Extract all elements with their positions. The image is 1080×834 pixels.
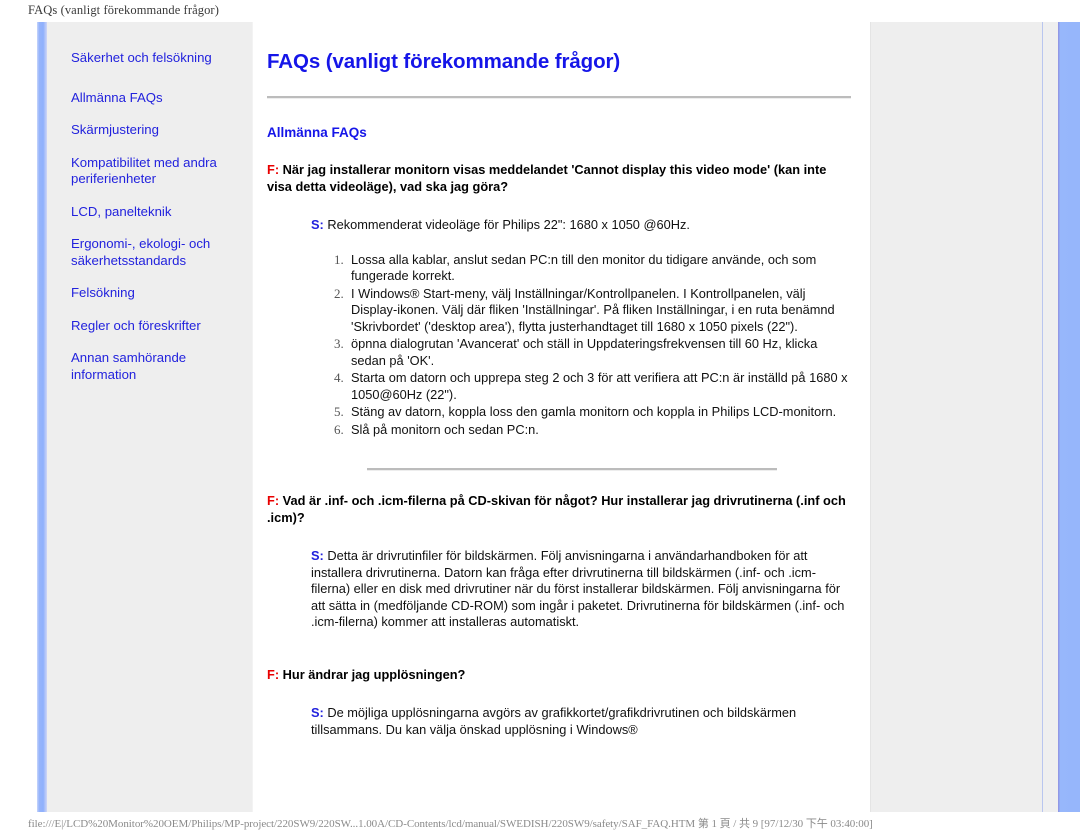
faq-item-1: F: När jag installerar monitorn visas me… xyxy=(267,162,850,438)
page-title: FAQs (vanligt förekommande frågor) xyxy=(267,50,621,73)
list-item: Stäng av datorn, koppla loss den gamla m… xyxy=(347,404,850,421)
question-marker: F: xyxy=(267,493,283,508)
faq-question-1: F: När jag installerar monitorn visas me… xyxy=(267,162,850,195)
right-gap-panel xyxy=(1042,22,1058,812)
sidebar-item-compatibility[interactable]: Kompatibilitet med andra periferienheter xyxy=(71,155,238,188)
left-accent-bar xyxy=(37,22,47,812)
sidebar-item-general-faqs[interactable]: Allmänna FAQs xyxy=(71,90,238,107)
faq-question-2: F: Vad är .inf- och .icm-filerna på CD-s… xyxy=(267,493,850,526)
list-item: I Windows® Start-meny, välj Inställninga… xyxy=(347,286,850,336)
faq-steps-list: Lossa alla kablar, anslut sedan PC:n til… xyxy=(329,252,850,439)
faq-item-3: F: Hur ändrar jag upplösningen? S: De mö… xyxy=(267,667,850,739)
faq-question-3: F: Hur ändrar jag upplösningen? xyxy=(267,667,850,684)
sidebar-navigation: Säkerhet och felsökning Allmänna FAQs Sk… xyxy=(47,22,252,812)
window-caption: FAQs (vanligt förekommande frågor) xyxy=(28,3,219,17)
status-bar-url: file:///E|/LCD%20Monitor%20OEM/Philips/M… xyxy=(28,818,873,830)
faq-answer-3-text: De möjliga upplösningarna avgörs av graf… xyxy=(311,705,797,737)
faq-question-2-text: Vad är .inf- och .icm-filerna på CD-skiv… xyxy=(267,493,846,525)
faq-question-3-text: Hur ändrar jag upplösningen? xyxy=(282,666,466,682)
sidebar-item-regulatory[interactable]: Regler och föreskrifter xyxy=(71,318,238,335)
list-item: Starta om datorn och upprepa steg 2 och … xyxy=(347,370,850,403)
document-frame: Säkerhet och felsökning Allmänna FAQs Sk… xyxy=(0,22,1080,812)
sidebar-item-other-information[interactable]: Annan samhörande information xyxy=(71,350,238,383)
sidebar-item-ergonomics-ecology[interactable]: Ergonomi-, ekologi- och säkerhetsstandar… xyxy=(71,236,238,269)
title-divider xyxy=(267,96,851,99)
list-item: Lossa alla kablar, anslut sedan PC:n til… xyxy=(347,252,850,285)
sidebar-item-screen-adjustment[interactable]: Skärmjustering xyxy=(71,122,238,139)
faq-answer-2: S: Detta är drivrutinfiler för bildskärm… xyxy=(311,548,850,631)
sidebar-item-lcd-panel-technology[interactable]: LCD, panelteknik xyxy=(71,204,238,221)
faq-answer-2-text: Detta är drivrutinfiler för bildskärmen.… xyxy=(311,548,845,629)
faq-item-2: F: Vad är .inf- och .icm-filerna på CD-s… xyxy=(267,493,850,631)
faq-answer-1: S: Rekommenderat videoläge för Philips 2… xyxy=(311,217,850,234)
list-item: öpnna dialogrutan 'Avancerat' och ställ … xyxy=(347,336,850,369)
main-content: FAQs (vanligt förekommande frågor) Allmä… xyxy=(252,22,870,812)
section-title-general-faqs: Allmänna FAQs xyxy=(267,125,367,140)
faq-question-1-text: När jag installerar monitorn visas medde… xyxy=(267,162,827,194)
question-marker: F: xyxy=(267,162,283,177)
question-marker: F: xyxy=(267,666,283,682)
list-item: Slå på monitorn och sedan PC:n. xyxy=(347,422,850,439)
faq-answer-3: S: De möjliga upplösningarna avgörs av g… xyxy=(311,705,850,738)
faq-answer-1-text: Rekommenderat videoläge för Philips 22":… xyxy=(327,217,690,232)
right-filler-panel xyxy=(870,22,1042,812)
right-accent-bar xyxy=(1058,22,1080,812)
answer-marker: S: xyxy=(311,705,328,720)
sidebar-item-troubleshooting[interactable]: Felsökning xyxy=(71,285,238,302)
sidebar-item-safety-troubleshooting[interactable]: Säkerhet och felsökning xyxy=(71,50,238,67)
answer-marker: S: xyxy=(311,548,328,563)
faq-divider-1 xyxy=(367,468,777,471)
answer-marker: S: xyxy=(311,217,328,232)
